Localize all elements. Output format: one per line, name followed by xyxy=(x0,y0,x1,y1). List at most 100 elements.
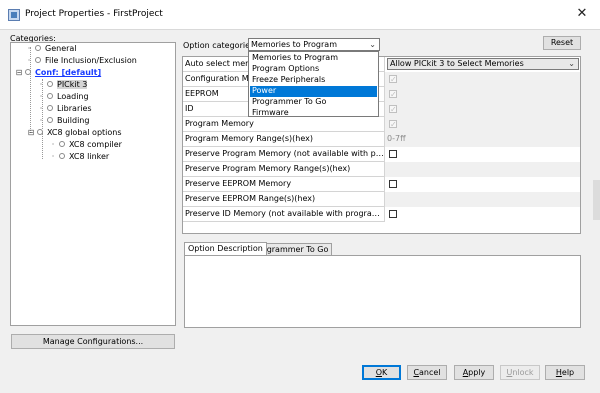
auto-select-value: Allow PICkit 3 to Select Memories xyxy=(390,59,524,68)
property-value[interactable] xyxy=(384,147,580,162)
table-row[interactable]: Auto select memories Allow PICkit 3 to S… xyxy=(183,57,580,72)
option-categories-select[interactable]: Memories to Program ⌄ xyxy=(248,38,380,51)
tree-connector: · xyxy=(39,92,43,101)
button-label: K xyxy=(382,368,388,377)
chevron-down-icon: ⌄ xyxy=(568,59,575,68)
manage-configurations-button[interactable]: Manage Configurations... xyxy=(11,334,175,349)
auto-select-memories-select[interactable]: Allow PICkit 3 to Select Memories ⌄ xyxy=(387,58,579,70)
preserve-eeprom-checkbox[interactable] xyxy=(389,180,397,188)
node-bullet-icon xyxy=(47,92,53,99)
tree-item-xc8-global[interactable]: ⊟ XC8 global options xyxy=(27,127,122,139)
tree-item-label: Building xyxy=(57,116,90,125)
option-categories-dropdown[interactable]: Memories to Program Program Options Free… xyxy=(248,51,379,117)
collapse-icon[interactable]: ⊟ xyxy=(15,67,23,79)
checkbox-disabled xyxy=(389,118,397,132)
table-row[interactable]: Program Memory xyxy=(183,117,580,132)
tree-item-conf-default[interactable]: ⊟ Conf: [default] xyxy=(15,67,102,79)
tree-item-general[interactable]: · General xyxy=(25,43,77,55)
property-label: Preserve Program Memory Range(s)(hex) xyxy=(185,164,351,173)
dropdown-item-program-options[interactable]: Program Options xyxy=(250,64,377,75)
window-title: Project Properties - FirstProject xyxy=(25,9,163,19)
checkbox-disabled xyxy=(389,73,397,87)
tree-connector: · xyxy=(51,152,55,161)
dropdown-item-freeze-peripherals[interactable]: Freeze Peripherals xyxy=(250,75,377,86)
table-row[interactable]: Program Memory Range(s)(hex) 0-7ff xyxy=(183,132,580,147)
dropdown-item-programmer-to-go[interactable]: Programmer To Go xyxy=(250,97,377,108)
tree-item-label: XC8 global options xyxy=(47,128,122,137)
table-row[interactable]: ID xyxy=(183,102,580,117)
table-row[interactable]: EEPROM xyxy=(183,87,580,102)
tree-item-xc8-compiler[interactable]: · XC8 compiler xyxy=(49,139,122,151)
apply-button[interactable]: Apply xyxy=(454,365,494,380)
property-value xyxy=(384,72,580,87)
property-label: Preserve ID Memory (not available with p… xyxy=(185,209,384,218)
property-label: Preserve EEPROM Memory xyxy=(185,179,292,188)
table-row[interactable]: Preserve Program Memory (not available w… xyxy=(183,147,580,162)
window-scrollbar[interactable] xyxy=(593,180,600,220)
property-value[interactable] xyxy=(384,207,580,222)
description-tabs: Option Description Programmer To Go xyxy=(184,242,581,256)
dropdown-item-memories[interactable]: Memories to Program xyxy=(250,53,377,64)
ok-button[interactable]: OK xyxy=(362,365,401,380)
option-categories-label: Option categories: xyxy=(183,41,257,50)
tree-item-libraries[interactable]: · Libraries xyxy=(37,103,92,115)
property-value xyxy=(384,87,580,102)
table-row[interactable]: Preserve EEPROM Range(s)(hex) xyxy=(183,192,580,207)
property-value: 0-7ff xyxy=(384,132,580,147)
checkbox-disabled xyxy=(389,88,397,102)
tree-connector: · xyxy=(27,56,31,65)
tree-item-label: File Inclusion/Exclusion xyxy=(45,56,137,65)
checkbox-disabled xyxy=(389,103,397,117)
close-icon[interactable]: ✕ xyxy=(574,6,590,22)
reset-button[interactable]: Reset xyxy=(543,36,581,50)
tree-connector: · xyxy=(51,140,55,149)
tree-item-label: PICkit 3 xyxy=(57,80,88,89)
button-label: elp xyxy=(561,368,575,377)
preserve-id-memory-checkbox[interactable] xyxy=(389,210,397,218)
preserve-program-memory-checkbox[interactable] xyxy=(389,150,397,158)
tab-option-description[interactable]: Option Description xyxy=(184,242,267,255)
node-bullet-icon xyxy=(59,152,65,159)
node-bullet-icon xyxy=(47,104,53,111)
property-value xyxy=(384,117,580,132)
node-bullet-icon xyxy=(47,116,53,123)
app-icon xyxy=(8,9,20,21)
tree-connector: · xyxy=(39,80,43,89)
dropdown-item-power[interactable]: Power xyxy=(250,86,377,97)
tree-item-pickit3[interactable]: · PICkit 3 xyxy=(37,79,88,91)
title-bar: Project Properties - FirstProject ✕ xyxy=(0,0,600,30)
button-label: pply xyxy=(468,368,486,377)
tree-item-label: Conf: [default] xyxy=(35,68,102,77)
table-row[interactable]: Preserve EEPROM Memory xyxy=(183,177,580,192)
button-label: nlock xyxy=(512,368,534,377)
tree-item-building[interactable]: · Building xyxy=(37,115,90,127)
tree-item-loading[interactable]: · Loading xyxy=(37,91,89,103)
property-value xyxy=(384,192,580,207)
tree-item-label: Loading xyxy=(57,92,89,101)
tree-connector: · xyxy=(39,104,43,113)
property-value[interactable]: Allow PICkit 3 to Select Memories ⌄ xyxy=(384,57,580,72)
collapse-icon[interactable]: ⊟ xyxy=(27,127,35,139)
table-row[interactable]: Preserve Program Memory Range(s)(hex) xyxy=(183,162,580,177)
categories-tree[interactable]: · General · File Inclusion/Exclusion ⊟ Conf… xyxy=(10,42,176,326)
tree-item-label: General xyxy=(45,44,77,53)
unlock-button[interactable]: Unlock xyxy=(500,365,540,380)
node-bullet-icon xyxy=(59,140,65,147)
property-value xyxy=(384,102,580,117)
cancel-button[interactable]: Cancel xyxy=(407,365,447,380)
tree-item-xc8-linker[interactable]: · XC8 linker xyxy=(49,151,109,163)
node-bullet-icon xyxy=(25,68,31,75)
table-row[interactable]: Preserve ID Memory (not available with p… xyxy=(183,207,580,222)
property-value[interactable] xyxy=(384,177,580,192)
property-label: Preserve EEPROM Range(s)(hex) xyxy=(185,194,316,203)
table-row[interactable]: Configuration Memory xyxy=(183,72,580,87)
tree-item-file-inclusion[interactable]: · File Inclusion/Exclusion xyxy=(25,55,137,67)
property-value xyxy=(384,162,580,177)
property-grid: Auto select memories Allow PICkit 3 to S… xyxy=(182,56,581,234)
tree-item-label: XC8 compiler xyxy=(69,140,122,149)
tree-item-label: XC8 linker xyxy=(69,152,110,161)
property-label: Preserve Program Memory (not available w… xyxy=(185,149,384,158)
node-bullet-icon xyxy=(47,80,53,87)
dropdown-item-firmware[interactable]: Firmware xyxy=(250,108,377,119)
help-button[interactable]: Help xyxy=(545,365,585,380)
